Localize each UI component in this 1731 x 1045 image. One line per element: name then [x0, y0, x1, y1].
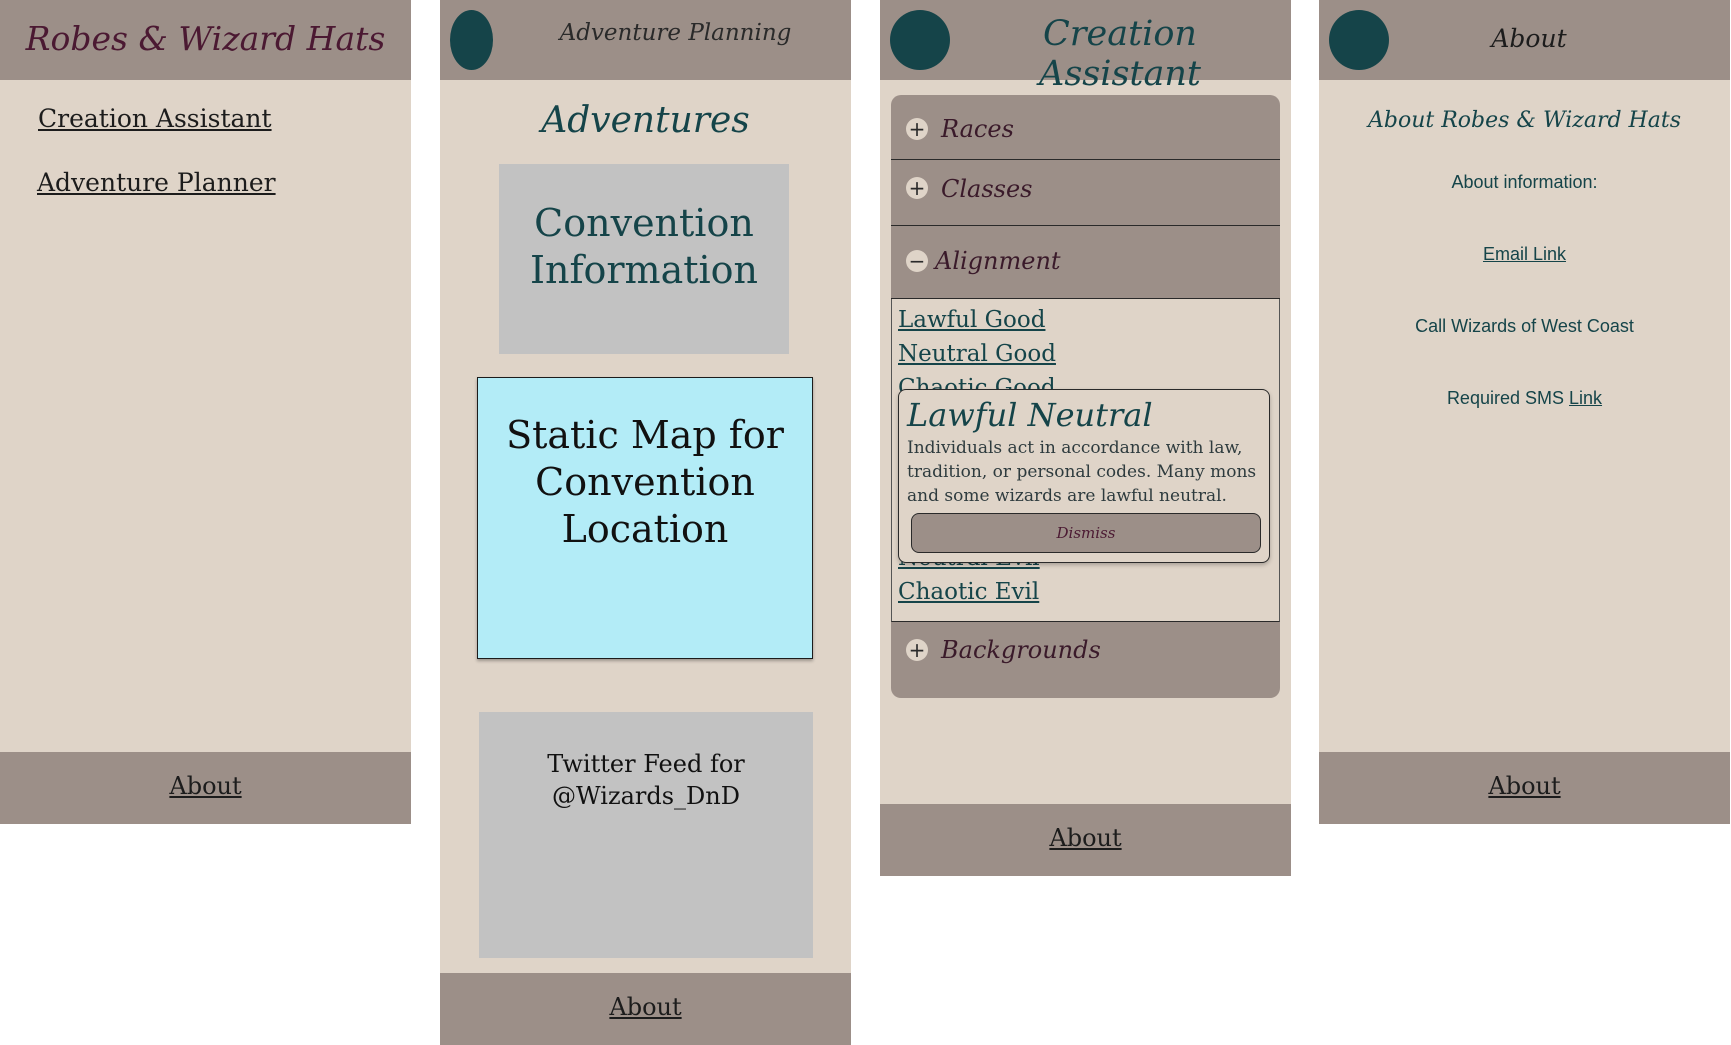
accordion-label: Classes [941, 175, 1033, 203]
avatar[interactable] [1329, 10, 1389, 70]
alignment-neutral-good[interactable]: Neutral Good [898, 341, 1056, 367]
sms-link[interactable]: Link [1569, 388, 1602, 408]
alignment-chaotic-evil[interactable]: Chaotic Evil [898, 579, 1039, 605]
footer: About [0, 752, 411, 824]
accordion-label: Backgrounds [941, 636, 1101, 664]
footer-about-link[interactable]: About [609, 993, 681, 1021]
app-header: Adventure Planning [440, 0, 851, 80]
static-map-line: Static Map for [506, 413, 784, 457]
minus-icon: − [906, 250, 928, 272]
page-title: Adventures [541, 100, 750, 141]
header-title: Adventure Planning [559, 20, 792, 46]
convention-info-line: Convention [534, 201, 754, 245]
accordion-label: Races [941, 115, 1014, 143]
footer: About [880, 804, 1291, 876]
alignment-popup: Lawful Neutral Individuals act in accord… [898, 389, 1270, 563]
footer: About [1319, 752, 1730, 824]
twitter-feed-line: @Wizards_DnD [552, 782, 740, 810]
static-map-line: Location [561, 507, 729, 551]
footer-about-link[interactable]: About [169, 772, 241, 800]
creation-assistant-screen: Creation Assistant + Races + Classes − A… [880, 0, 1291, 876]
alignment-lawful-good[interactable]: Lawful Good [898, 307, 1045, 333]
alignment-options: Lawful Good Neutral Good Chaotic Good Ne… [891, 299, 1280, 622]
app-header: Creation Assistant [880, 0, 1291, 94]
accordion-classes[interactable]: + Classes [891, 161, 1280, 226]
app-header: Robes & Wizard Hats [0, 0, 411, 80]
home-screen: Robes & Wizard Hats Creation Assistant A… [0, 0, 411, 824]
footer: About [440, 973, 851, 1045]
popup-description: Individuals act in accordance with law, … [907, 438, 1257, 506]
convention-info-box[interactable]: Convention Information [499, 164, 789, 354]
sms-row: Required SMS Link [1319, 388, 1730, 409]
avatar[interactable] [890, 10, 950, 70]
accordion-races[interactable]: + Races [891, 95, 1280, 160]
plus-icon: + [906, 639, 928, 661]
call-text: Call Wizards of West Coast [1415, 316, 1634, 336]
accordion: + Races + Classes − Alignment Lawful Goo… [891, 95, 1280, 698]
nav-link-creation-assistant[interactable]: Creation Assistant [38, 104, 272, 133]
sms-text: Required SMS [1446, 388, 1564, 408]
footer-about-link[interactable]: About [1488, 772, 1560, 800]
avatar[interactable] [450, 10, 493, 70]
static-map-line: Convention [535, 460, 755, 504]
about-screen: About About Robes & Wizard Hats About in… [1319, 0, 1730, 824]
static-map-box[interactable]: Static Map for Convention Location [477, 377, 813, 659]
footer-about-link[interactable]: About [1049, 824, 1121, 852]
dismiss-button[interactable]: Dismiss [911, 513, 1261, 553]
twitter-feed-line: Twitter Feed for [547, 750, 745, 778]
nav-link-adventure-planner[interactable]: Adventure Planner [37, 168, 276, 197]
accordion-label: Alignment [935, 247, 1061, 275]
accordion-backgrounds[interactable]: + Backgrounds [891, 621, 1280, 697]
about-information: About information: [1451, 172, 1598, 192]
accordion-alignment[interactable]: − Alignment [891, 232, 1280, 299]
email-link[interactable]: Email Link [1483, 244, 1566, 264]
app-title: Robes & Wizard Hats [25, 19, 386, 58]
header-title: About [1491, 24, 1567, 53]
email-row: Email Link [1319, 244, 1730, 265]
convention-info-line: Information [529, 248, 759, 292]
plus-icon: + [906, 118, 928, 140]
adventure-planning-screen: Adventure Planning Adventures Convention… [440, 0, 851, 1045]
app-header: About [1319, 0, 1730, 80]
twitter-feed-box[interactable]: Twitter Feed for @Wizards_DnD [479, 712, 813, 958]
plus-icon: + [906, 177, 928, 199]
header-title: Creation Assistant [1039, 14, 1201, 94]
about-heading: About Robes & Wizard Hats [1368, 108, 1681, 133]
popup-title: Lawful Neutral [907, 396, 1153, 434]
